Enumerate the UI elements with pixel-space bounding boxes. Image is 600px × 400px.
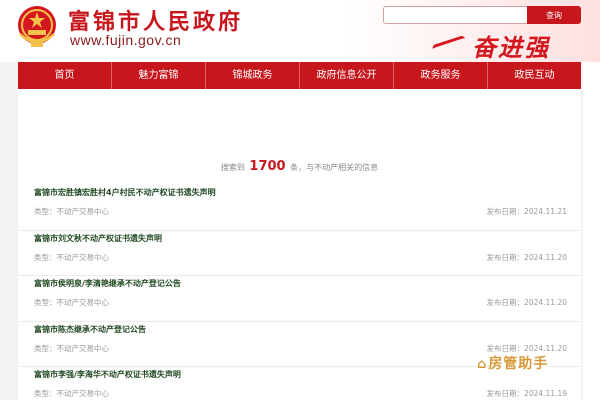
list-item: 富锦市宏胜镇宏胜村4户村民不动产权证书遗失声明 类型：不动产交易中心 发布日期：… [18,185,581,231]
nav-item-city-affairs[interactable]: 锦城政务 [206,62,300,89]
side-decoration [583,62,600,400]
nav-item-home[interactable]: 首页 [18,62,112,89]
result-title[interactable]: 富锦市侯明泉/李清艳继承不动产登记公告 [34,278,181,289]
summary-prefix: 搜索到 [220,163,245,172]
summary-suffix: 条，与不动产相关的信息 [290,163,379,172]
result-date: 发布日期：2024.11.19 [486,389,567,398]
site-url: www.fujin.gov.cn [70,32,182,48]
nav-item-gov-services[interactable]: 政务服务 [394,62,488,89]
results-summary: 搜索到 1700 条，与不动产相关的信息 [18,159,581,174]
result-type: 类型：不动产交易中心 [34,252,109,262]
result-type: 类型：不动产交易中心 [34,298,109,307]
watermark: ⌂房管助手 [474,352,552,374]
result-title[interactable]: 富锦市陈杰继承不动产登记公告 [34,324,146,335]
house-icon: ⌂ [477,357,488,372]
main-nav: 首页 魅力富锦 锦城政务 政府信息公开 政务服务 政民互动 [18,62,581,89]
result-title[interactable]: 富锦市宏胜镇宏胜村4户村民不动产权证书遗失声明 [34,187,216,198]
result-title[interactable]: 富锦市李强/李海华不动产权证书遗失声明 [34,369,181,380]
nav-item-charm-fujin[interactable]: 魅力富锦 [112,62,206,89]
list-item: 富锦市侯明泉/李清艳继承不动产登记公告 类型：不动产交易中心 发布日期：2024… [18,276,581,322]
result-date: 发布日期：2024.11.21 [486,207,567,216]
result-date: 发布日期：2024.11.20 [486,252,567,262]
watermark-text: 房管助手 [488,356,549,372]
result-type: 类型：不动产交易中心 [34,389,109,398]
result-type: 类型：不动产交易中心 [34,343,109,353]
result-type: 类型：不动产交易中心 [34,207,109,216]
result-date: 发布日期：2024.11.20 [486,298,567,307]
results-count: 1700 [249,159,286,174]
nav-item-info-disclosure[interactable]: 政府信息公开 [300,62,394,89]
search-button[interactable]: 查询 [527,6,581,24]
list-item: 富锦市刘文秋不动产权证书遗失声明 类型：不动产交易中心 发布日期：2024.11… [18,231,581,276]
nav-item-interaction[interactable]: 政民互动 [488,62,581,89]
national-emblem-icon[interactable] [14,4,60,50]
search-input[interactable] [383,6,527,24]
result-title[interactable]: 富锦市刘文秋不动产权证书遗失声明 [34,233,162,244]
site-header: 富锦市人民政府 www.fujin.gov.cn 查询 奋进强 [0,0,600,62]
slogan: 奋进强 [472,33,550,62]
